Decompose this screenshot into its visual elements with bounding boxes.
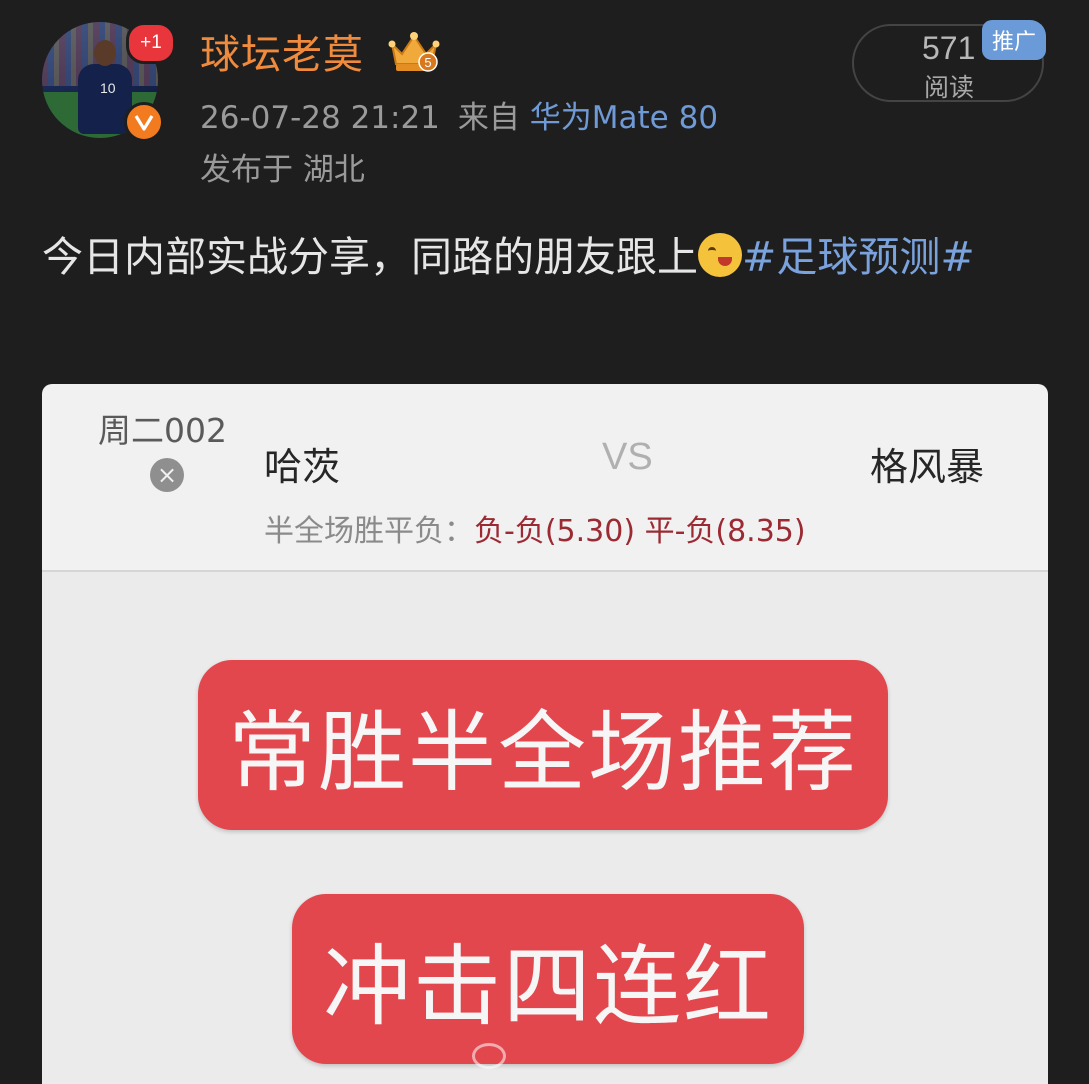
post-timestamp: 26-07-28 21:21 [200, 100, 440, 136]
follow-plus-badge[interactable]: +1 [126, 22, 176, 64]
away-team: 格风暴 [870, 445, 985, 489]
read-count: 571 [922, 30, 976, 66]
home-team: 哈茨 [264, 445, 341, 489]
image-watermark [472, 1036, 642, 1076]
username[interactable]: 球坛老莫 [200, 22, 364, 80]
verified-v-icon [124, 102, 164, 142]
bet-picks: 负-负(5.30) 平-负(8.35) [474, 514, 806, 549]
match-id: 周二002 [98, 411, 227, 450]
promo-tag[interactable]: 推广 [982, 20, 1046, 60]
crown-icon: 5 [386, 28, 442, 76]
bet-label: 半全场胜平负： [264, 514, 474, 549]
drooling-face-emoji [698, 233, 742, 277]
post-location: 发布于 湖北 [200, 152, 365, 188]
post-meta: 26-07-28 21:21 来自 华为Mate 80 [200, 92, 718, 137]
read-label: 阅读 [924, 73, 975, 102]
post-body: 今日内部实战分享，同路的朋友跟上 #足球预测# [42, 228, 1042, 286]
post-text-main: 今日内部实战分享，同路的朋友跟上 [42, 233, 698, 281]
topic-link[interactable]: #足球预测# [742, 233, 975, 281]
close-icon: × [150, 458, 184, 492]
rank-number: 5 [424, 55, 431, 70]
device-link[interactable]: 华为Mate 80 [530, 100, 718, 136]
post-image[interactable]: 周二002 × 哈茨 VS 格风暴 半全场胜平负：负-负(5.30) 平-负(8… [42, 384, 1048, 1084]
from-label: 来自 [457, 100, 520, 136]
card-divider [42, 570, 1048, 572]
banner-recommend: 常胜半全场推荐 [198, 660, 888, 830]
vs-label: VS [602, 436, 653, 478]
bet-row: 半全场胜平负：负-负(5.30) 平-负(8.35) [264, 506, 806, 550]
user-avatar[interactable]: 10 +1 [42, 22, 176, 142]
weibo-watermark-icon [472, 1043, 506, 1069]
